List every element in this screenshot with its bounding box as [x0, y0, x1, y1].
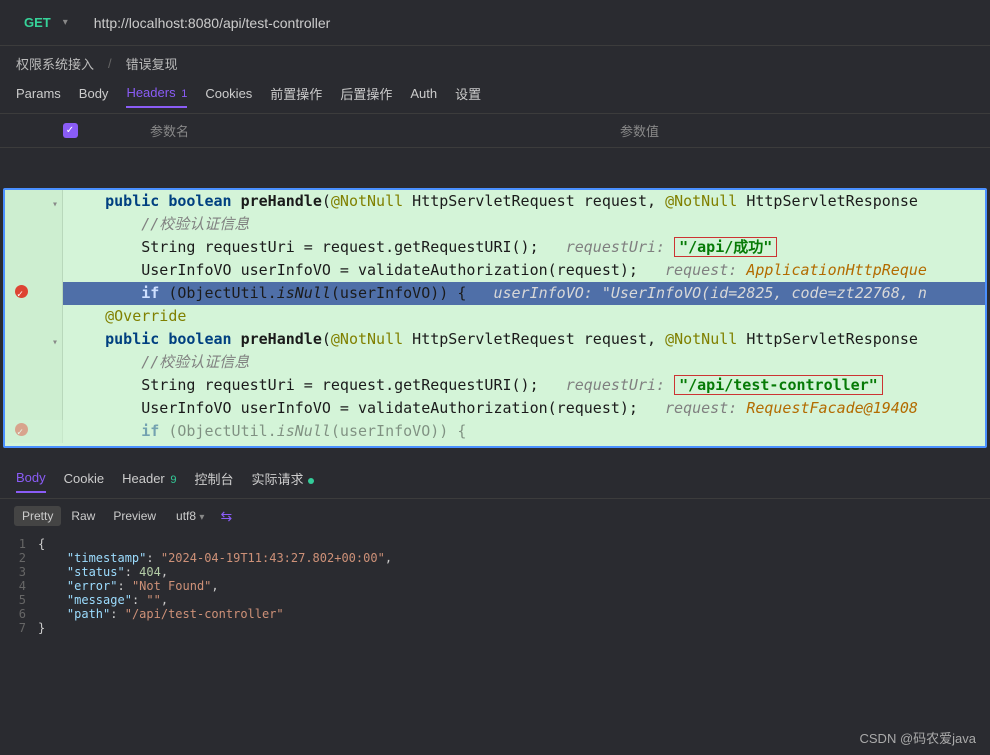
tab-pre[interactable]: 前置操作: [270, 84, 322, 109]
encoding-select[interactable]: utf8 ▾: [176, 509, 204, 523]
http-method[interactable]: GET: [24, 15, 51, 30]
response-json[interactable]: 1{ 2 "timestamp": "2024-04-19T11:43:27.8…: [0, 533, 990, 639]
chevron-down-icon[interactable]: ▾: [63, 17, 68, 28]
breakpoint-icon[interactable]: [15, 423, 29, 437]
tab-settings[interactable]: 设置: [455, 84, 481, 109]
breadcrumb: 权限系统接入 / 错误复现: [0, 46, 990, 80]
resp-tab-actual[interactable]: 实际请求: [252, 469, 314, 494]
request-url[interactable]: http://localhost:8080/api/test-controlle…: [94, 15, 331, 31]
resp-tab-body[interactable]: Body: [16, 470, 46, 493]
tab-headers[interactable]: Headers 1: [126, 85, 187, 108]
response-tabs: Body Cookie Header 9 控制台 实际请求: [0, 465, 990, 499]
column-param-value: 参数值: [610, 121, 990, 140]
tab-cookies[interactable]: Cookies: [205, 86, 252, 107]
breakpoint-icon[interactable]: [15, 285, 29, 299]
format-raw[interactable]: Raw: [63, 506, 103, 526]
resp-tab-console[interactable]: 控制台: [195, 469, 234, 494]
resp-tab-cookie[interactable]: Cookie: [64, 471, 104, 492]
format-pretty[interactable]: Pretty: [14, 506, 61, 526]
tab-auth[interactable]: Auth: [410, 86, 437, 107]
column-param-name: 参数名: [140, 121, 610, 140]
breadcrumb-separator: /: [108, 56, 112, 71]
request-tabs: Params Body Headers 1 Cookies 前置操作 后置操作 …: [0, 80, 990, 114]
resp-tab-header[interactable]: Header 9: [122, 471, 176, 492]
headers-grid-header: ✓ 参数名 参数值: [0, 114, 990, 148]
code-overlay: ▾ public boolean preHandle(@NotNull Http…: [3, 188, 987, 448]
status-dot-icon: [308, 478, 314, 484]
format-icon[interactable]: ⇆: [220, 508, 232, 525]
format-preview[interactable]: Preview: [105, 506, 164, 526]
breadcrumb-2[interactable]: 错误复现: [126, 54, 178, 73]
breadcrumb-1[interactable]: 权限系统接入: [16, 54, 94, 73]
watermark: CSDN @码农爱java: [860, 728, 977, 747]
tab-params[interactable]: Params: [16, 86, 61, 107]
select-all-checkbox[interactable]: ✓: [63, 123, 78, 138]
tab-body[interactable]: Body: [79, 86, 109, 107]
tab-post[interactable]: 后置操作: [340, 84, 392, 109]
